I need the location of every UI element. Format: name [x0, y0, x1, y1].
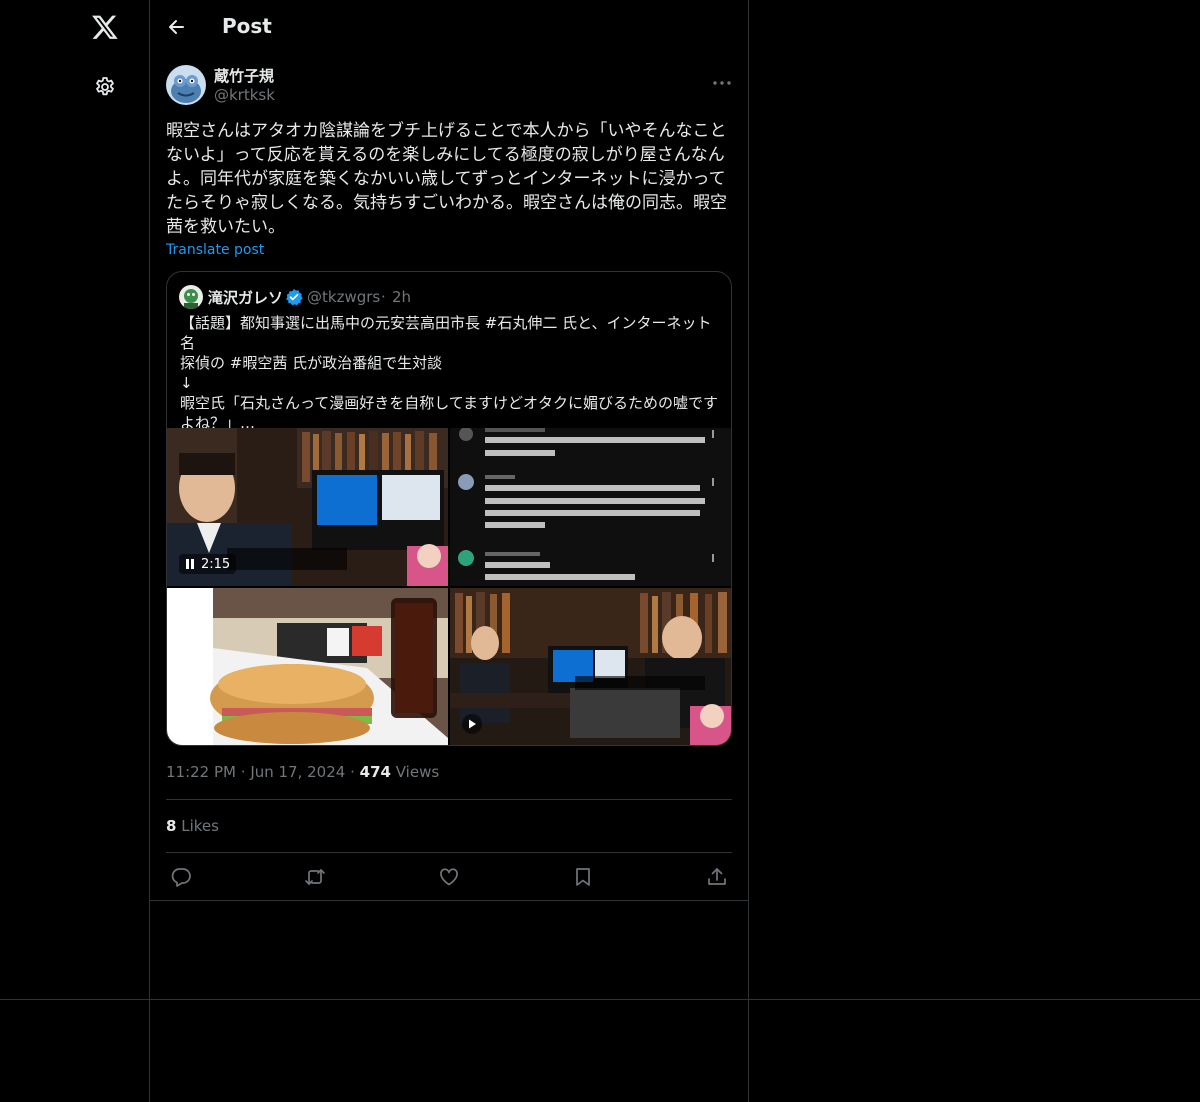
share-icon[interactable]	[706, 866, 728, 888]
quote-timestamp: 2h	[392, 288, 412, 306]
play-icon[interactable]	[462, 714, 482, 734]
post-header: Post	[150, 0, 748, 54]
likes-count: 8	[166, 817, 177, 835]
reply-icon[interactable]	[170, 866, 192, 888]
media-video-thumbnail[interactable]: 2:15	[167, 428, 448, 586]
media-video-thumbnail-2[interactable]	[450, 588, 731, 745]
likes-summary[interactable]: 8 Likes	[166, 817, 219, 835]
views-count: 474	[359, 763, 391, 781]
quote-author-handle: @tkzwgrs	[307, 288, 381, 306]
x-logo-icon[interactable]	[91, 13, 119, 41]
separator-dot: ·	[381, 288, 386, 306]
translate-post-link[interactable]: Translate post	[166, 242, 264, 258]
separator-dot: ·	[240, 763, 251, 781]
quoted-post[interactable]: 滝沢ガレソ @tkzwgrs · 2h 【話題】都知事選に出馬中の元安芸高田市長…	[166, 271, 732, 746]
video-duration-chip[interactable]: 2:15	[179, 554, 237, 574]
quote-text: 【話題】都知事選に出馬中の元安芸高田市長 #石丸伸二 氏と、インターネット名 探…	[180, 314, 719, 432]
video-duration: 2:15	[201, 556, 231, 572]
quote-author-name: 滝沢ガレソ	[208, 289, 284, 307]
avatar[interactable]	[166, 65, 206, 105]
media-comments-screenshot[interactable]	[450, 428, 731, 586]
divider	[150, 900, 748, 901]
author-name[interactable]: 蔵竹子規	[214, 65, 274, 86]
separator-dot: ·	[350, 763, 360, 781]
media-sandwich-photo[interactable]	[167, 588, 448, 745]
page-title: Post	[222, 14, 272, 38]
divider	[0, 999, 1200, 1000]
author-handle[interactable]: @krtksk	[214, 86, 275, 104]
post-date[interactable]: Jun 17, 2024	[250, 763, 345, 781]
arrow-left-icon[interactable]	[167, 17, 187, 37]
post-meta: 11:22 PM · Jun 17, 2024 · 474 Views	[166, 763, 439, 781]
likes-label: Likes	[181, 817, 219, 835]
heart-icon[interactable]	[438, 866, 460, 888]
bookmark-icon[interactable]	[572, 866, 594, 888]
gear-icon[interactable]	[93, 75, 117, 99]
main-column: Post 蔵竹子規 @krtksk 暇空さんはアタオカ陰謀論をブチ上げることで本…	[150, 0, 749, 1102]
post-text: 暇空さんはアタオカ陰謀論をブチ上げることで本人から「いやそんなこと ないよ」って…	[166, 121, 727, 237]
divider	[166, 852, 732, 853]
pause-icon	[186, 559, 194, 569]
left-rail	[0, 0, 150, 1102]
views-label: Views	[395, 763, 440, 781]
verified-badge-icon	[285, 288, 303, 306]
quote-avatar	[179, 285, 203, 309]
repost-icon[interactable]	[304, 866, 326, 888]
more-horizontal-icon[interactable]	[712, 72, 732, 85]
divider	[166, 799, 732, 800]
post-time[interactable]: 11:22 PM	[166, 763, 236, 781]
